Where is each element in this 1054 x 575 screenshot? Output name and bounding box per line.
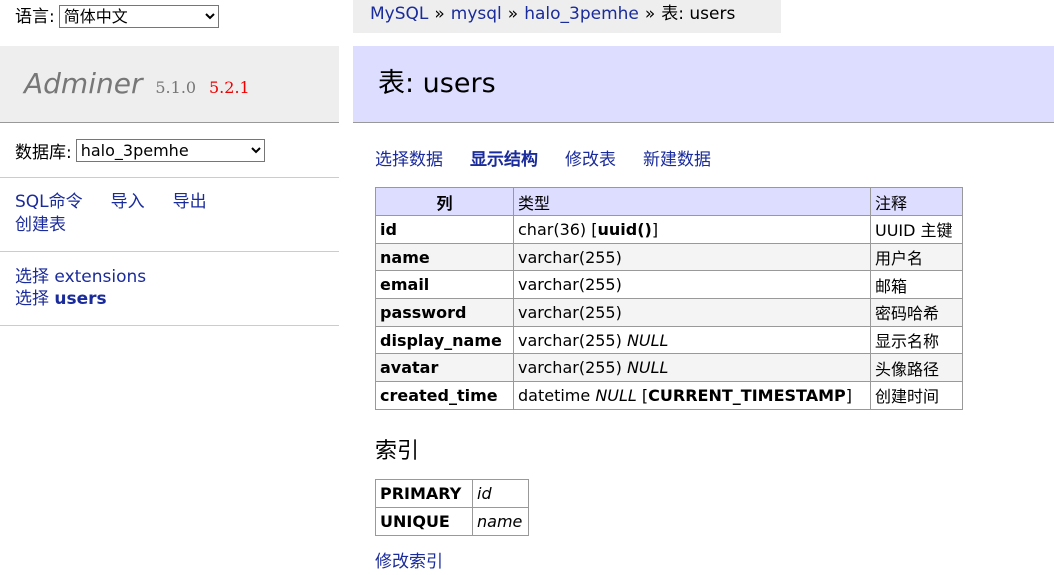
breadcrumb-database-link[interactable]: halo_3pemhe: [524, 4, 639, 24]
language-label: 语言:: [15, 7, 55, 27]
new-item-link[interactable]: 新建数据: [643, 150, 711, 170]
indexes-table: PRIMARY id UNIQUE name: [375, 479, 529, 536]
table-row: password varchar(255) 密码哈希: [375, 298, 963, 327]
database-select[interactable]: halo_3pemhe: [75, 138, 265, 162]
table-row: UNIQUE name: [375, 507, 529, 536]
table-row: email varchar(255) 邮箱: [375, 270, 963, 300]
column-type-cell: datetime NULL [CURRENT_TIMESTAMP]: [513, 381, 871, 410]
sql-command-link[interactable]: SQL命令: [15, 192, 83, 212]
database-selector: 数据库: halo_3pemhe: [0, 123, 339, 178]
column-nullable: NULL: [626, 330, 669, 350]
column-type: varchar(255): [518, 247, 622, 267]
create-table-link[interactable]: 创建表: [15, 215, 66, 235]
language-selector: 语言: 简体中文: [15, 5, 219, 29]
column-type-cell: varchar(255): [513, 298, 871, 327]
breadcrumb-driver-link[interactable]: MySQL: [370, 4, 428, 24]
column-nullable: NULL: [595, 385, 637, 405]
new-version-link[interactable]: 5.2.1: [209, 78, 250, 97]
column-type-cell: varchar(255) NULL: [513, 353, 871, 383]
column-type-cell: varchar(255): [513, 242, 871, 272]
column-comment: 创建时间: [870, 381, 963, 410]
structure-table: 列 类型 注释 id char(36) [uuid()] UUID 主键 name va…: [375, 187, 963, 410]
column-header: 列: [375, 187, 514, 216]
column-type-cell: char(36) [uuid()]: [513, 215, 871, 244]
select-table-link[interactable]: 选择: [15, 267, 49, 287]
database-links: SQL命令 导入 导出 创建表: [0, 178, 339, 252]
sidebar-menu: Adminer 5.1.0 5.2.1 数据库: halo_3pemhe SQL…: [0, 46, 339, 326]
column-comment: 邮箱: [870, 270, 963, 300]
index-column: name: [472, 507, 529, 536]
comment-header: 注释: [870, 187, 963, 216]
column-comment: 密码哈希: [870, 298, 963, 327]
column-name: avatar: [375, 353, 514, 383]
breadcrumb-current: 表: users: [661, 4, 736, 24]
column-comment: 显示名称: [870, 325, 963, 355]
table-row: id char(36) [uuid()] UUID 主键: [375, 215, 963, 244]
export-link[interactable]: 导出: [173, 192, 207, 212]
table-link-extensions[interactable]: extensions: [54, 267, 146, 287]
table-row: name varchar(255) 用户名: [375, 242, 963, 272]
table-actions: 选择数据 显示结构 修改表 新建数据: [375, 148, 738, 172]
breadcrumb-separator: »: [507, 4, 519, 24]
column-name: created_time: [375, 381, 514, 410]
column-default: CURRENT_TIMESTAMP: [648, 385, 846, 405]
column-nullable: NULL: [626, 358, 669, 378]
breadcrumb-separator: »: [434, 4, 445, 24]
table-row: avatar varchar(255) NULL 头像路径: [375, 353, 963, 383]
breadcrumb-separator: »: [644, 4, 656, 24]
page-title: 表: users: [353, 46, 1054, 123]
alter-indexes-link[interactable]: 修改索引: [375, 550, 443, 574]
column-name: email: [375, 270, 514, 300]
column-comment: 用户名: [870, 242, 963, 272]
table-row: PRIMARY id: [375, 479, 529, 508]
database-label: 数据库:: [15, 142, 72, 163]
column-type-cell: varchar(255): [513, 270, 871, 300]
indexes-title: 索引: [375, 439, 420, 464]
column-comment: UUID 主键: [870, 215, 963, 244]
column-comment: 头像路径: [870, 353, 963, 383]
type-header: 类型: [513, 187, 871, 216]
index-type: UNIQUE: [375, 507, 473, 536]
app-version: 5.1.0: [155, 78, 197, 97]
column-type: varchar(255): [518, 330, 622, 350]
table-row: created_time datetime NULL [CURRENT_TIMES…: [375, 381, 963, 410]
breadcrumb: MySQL» mysql» halo_3pemhe» 表: users: [353, 0, 781, 33]
table-list: 选择 extensions 选择 users: [0, 252, 339, 326]
alter-table-link[interactable]: 修改表: [565, 150, 616, 170]
breadcrumb-server-link[interactable]: mysql: [451, 4, 502, 24]
language-select[interactable]: 简体中文: [58, 5, 219, 28]
column-type: char(36): [518, 219, 587, 239]
column-name: id: [375, 215, 514, 244]
column-name: display_name: [375, 325, 514, 355]
column-type: varchar(255): [518, 302, 622, 322]
index-column: id: [472, 479, 529, 508]
table-link-users[interactable]: users: [54, 289, 106, 309]
column-name: password: [375, 298, 514, 327]
table-row: display_name varchar(255) NULL 显示名称: [375, 325, 963, 355]
app-header: Adminer 5.1.0 5.2.1: [0, 46, 339, 123]
select-data-link[interactable]: 选择数据: [375, 150, 443, 170]
column-name: name: [375, 242, 514, 272]
column-type: datetime: [518, 385, 591, 405]
show-structure-link[interactable]: 显示结构: [470, 150, 538, 170]
app-name-link[interactable]: Adminer: [24, 67, 142, 100]
column-type: varchar(255): [518, 275, 622, 295]
table-list-item: 选择 users: [15, 288, 339, 310]
select-table-link[interactable]: 选择: [15, 289, 49, 309]
table-list-item: 选择 extensions: [15, 266, 339, 288]
index-type: PRIMARY: [375, 479, 473, 508]
column-default: uuid(): [597, 219, 652, 239]
import-link[interactable]: 导入: [111, 192, 145, 212]
column-type: varchar(255): [518, 358, 622, 378]
column-type-cell: varchar(255) NULL: [513, 325, 871, 355]
